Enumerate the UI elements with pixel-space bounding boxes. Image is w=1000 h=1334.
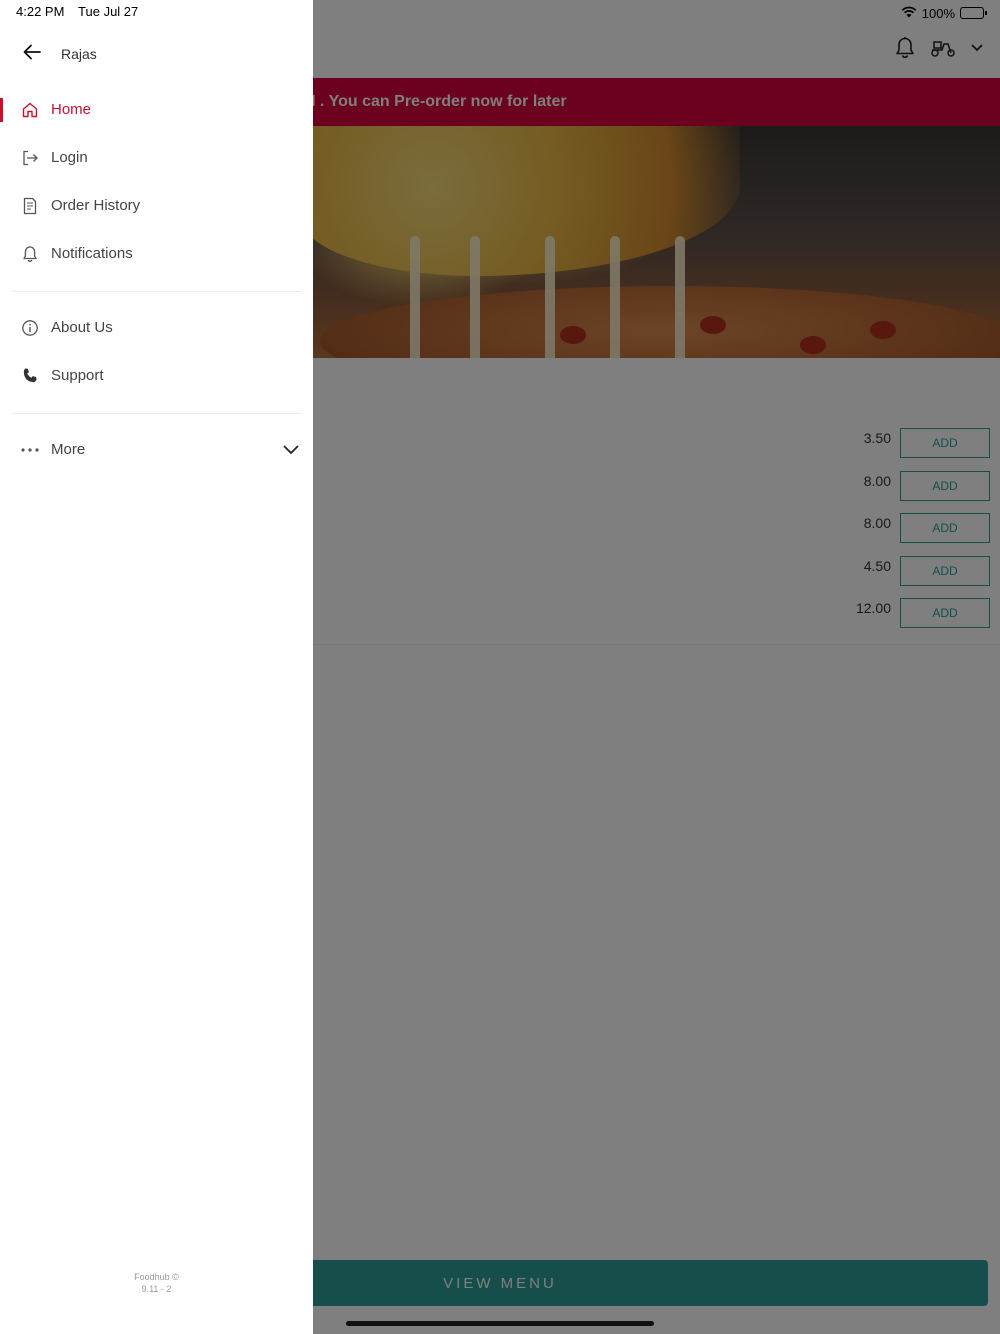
nav-item-order-history[interactable]: Order History [0,182,313,230]
home-indicator[interactable] [346,1321,654,1326]
primary-nav: Home Login Order History Notifications [0,86,313,278]
nav-item-home[interactable]: Home [0,86,313,134]
drawer-header: Rajas [0,36,313,72]
status-bar-left: 4:22 PM Tue Jul 27 [16,4,138,19]
nav-item-label: Notifications [51,245,133,262]
nav-item-more[interactable]: More [0,426,313,474]
nav-item-label: About Us [51,319,113,336]
drawer-footer: Foodhub © 9.11 - 2 [0,1271,313,1295]
phone-icon [20,366,40,386]
nav-item-login[interactable]: Login [0,134,313,182]
nav-item-label: Home [51,101,92,118]
nav-item-notifications[interactable]: Notifications [0,230,313,278]
bell-icon [20,244,40,264]
back-button[interactable] [12,36,52,72]
login-icon [20,148,40,168]
secondary-nav: About Us Support [0,304,313,400]
nav-item-support[interactable]: Support [0,352,313,400]
chevron-down-icon[interactable] [281,440,301,460]
footer-version: 9.11 - 2 [141,1284,172,1294]
status-time: 4:22 PM [16,4,65,19]
receipt-icon [20,196,40,216]
status-date: Tue Jul 27 [78,4,139,19]
navigation-drawer: 4:22 PM Tue Jul 27 Rajas Home Login Orde… [0,0,313,1334]
divider [12,291,301,292]
nav-item-label: Login [51,149,88,166]
info-icon [20,318,40,338]
nav-item-label: Support [51,367,104,384]
divider [12,413,301,414]
nav-item-label: More [51,441,86,458]
arrow-left-icon [23,44,41,65]
home-icon [20,100,40,120]
nav-item-label: Order History [51,197,141,214]
user-name: Rajas [61,46,97,62]
nav-item-about-us[interactable]: About Us [0,304,313,352]
more-dots-icon [20,440,40,460]
footer-brand: Foodhub © [134,1272,179,1282]
